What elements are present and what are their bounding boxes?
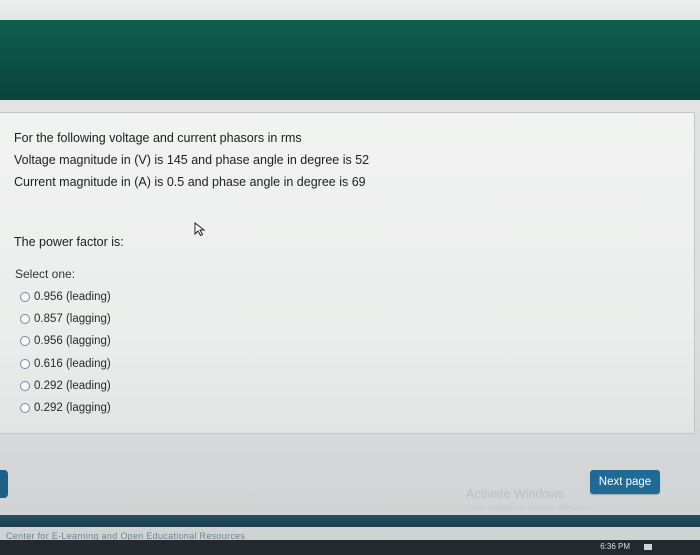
question-text: For the following voltage and current ph… xyxy=(14,127,369,193)
answer-option-label: 0.956 (lagging) xyxy=(34,335,111,348)
answer-option[interactable]: 0.616 (leading) xyxy=(20,353,111,375)
radio-button[interactable] xyxy=(20,380,30,391)
question-prompt: The power factor is: xyxy=(14,235,124,249)
answer-option-label: 0.956 (leading) xyxy=(34,291,111,304)
answer-option[interactable]: 0.956 (leading) xyxy=(20,286,111,308)
answer-option[interactable]: 0.857 (lagging) xyxy=(20,308,111,330)
site-header xyxy=(0,20,700,100)
mouse-pointer-icon xyxy=(194,221,206,237)
windows-taskbar: 6:36 PM xyxy=(0,540,700,555)
question-line-1: For the following voltage and current ph… xyxy=(14,131,302,145)
question-card: For the following voltage and current ph… xyxy=(0,112,695,434)
answer-option[interactable]: 0.292 (lagging) xyxy=(20,397,111,419)
answer-option-label: 0.292 (lagging) xyxy=(34,402,111,415)
notification-icon[interactable] xyxy=(644,544,652,550)
radio-button[interactable] xyxy=(20,358,30,369)
page-footer-bar xyxy=(0,515,700,527)
select-one-label: Select one: xyxy=(15,267,76,281)
answer-option[interactable]: 0.956 (lagging) xyxy=(20,330,111,352)
radio-button[interactable] xyxy=(20,314,30,325)
quiz-page: For the following voltage and current ph… xyxy=(0,0,700,555)
answer-option-label: 0.857 (lagging) xyxy=(34,313,111,326)
question-line-3: Current magnitude in (A) is 0.5 and phas… xyxy=(14,175,366,189)
answer-option-label: 0.292 (leading) xyxy=(34,379,111,392)
activate-windows-watermark: Activate Windows xyxy=(466,487,565,501)
answer-option[interactable]: 0.292 (leading) xyxy=(20,375,111,397)
activate-windows-subtext: Go to Settings to activate Windows. xyxy=(466,503,593,512)
browser-top-strip xyxy=(0,0,700,20)
taskbar-clock: 6:36 PM xyxy=(600,542,630,551)
radio-button[interactable] xyxy=(20,292,30,303)
radio-button[interactable] xyxy=(20,403,30,414)
question-line-2: Voltage magnitude in (V) is 145 and phas… xyxy=(14,153,370,167)
answer-option-label: 0.616 (leading) xyxy=(34,357,111,370)
previous-page-button[interactable] xyxy=(0,470,8,498)
answer-options: 0.956 (leading) 0.857 (lagging) 0.956 (l… xyxy=(20,286,111,419)
radio-button[interactable] xyxy=(20,336,30,347)
next-page-button[interactable]: Next page xyxy=(590,470,660,494)
